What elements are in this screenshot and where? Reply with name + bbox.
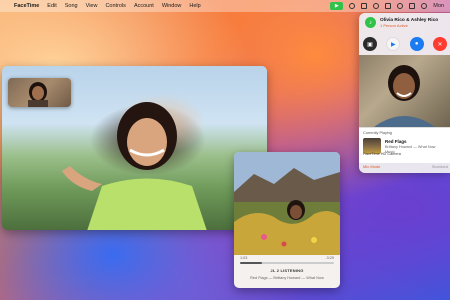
- time-elapsed: 1:03: [240, 256, 248, 260]
- time-remaining: -3:29: [325, 256, 334, 260]
- call-subtitle: 1 Person Active: [380, 22, 408, 28]
- call-info: Olivia Rico & Ashley Rico 1 Person Activ…: [380, 18, 438, 28]
- mic-mode-label[interactable]: Mic Mode: [363, 164, 380, 169]
- screen-mirror-icon[interactable]: [361, 3, 368, 9]
- menu-song[interactable]: Song: [65, 3, 78, 9]
- currently-playing-label: Currently Playing: [363, 131, 392, 135]
- mic-mode-value[interactable]: Standard: [432, 164, 448, 169]
- wifi-icon[interactable]: [373, 3, 380, 9]
- menu-help[interactable]: Help: [189, 3, 200, 9]
- menubar-clock[interactable]: Mon: [433, 3, 444, 9]
- menu-bar: FaceTime Edit Song View Controls Account…: [0, 0, 450, 12]
- panel-video-preview: [359, 55, 450, 127]
- battery-icon[interactable]: [385, 3, 392, 9]
- siri-icon[interactable]: [421, 3, 428, 9]
- menu-controls[interactable]: Controls: [105, 3, 125, 9]
- call-controls: ▣ ▶ ● ✕: [363, 37, 447, 51]
- currently-playing-card[interactable]: Currently Playing Red Flags Brittany How…: [359, 127, 450, 163]
- playback-progress-fill: [240, 262, 262, 264]
- menu-window[interactable]: Window: [162, 3, 182, 9]
- microphone-button[interactable]: ●: [409, 37, 424, 51]
- end-call-button[interactable]: ✕: [432, 37, 447, 51]
- playback-times: 1:03 -3:29: [240, 256, 334, 260]
- self-view-thumbnail[interactable]: [8, 78, 71, 107]
- album-artwork: [234, 152, 340, 255]
- call-title: Olivia Rico & Ashley Rico: [380, 17, 439, 23]
- search-icon[interactable]: [397, 3, 404, 9]
- shareplay-icon: ♪: [365, 17, 376, 28]
- menu-view[interactable]: View: [86, 3, 98, 9]
- facetime-control-panel: ♪ Olivia Rico & Ashley Rico 1 Person Act…: [359, 13, 450, 173]
- menu-edit[interactable]: Edit: [47, 3, 56, 9]
- shareplay-music-window[interactable]: 1:03 -3:29 JL 2 LISTENING Red Flags — Br…: [234, 152, 340, 288]
- listening-count: JL 2 LISTENING: [270, 268, 304, 273]
- song-artist-line: Brittany Howard — What Now: [385, 145, 436, 149]
- camera-source-label[interactable]: FaceTime HD Camera: [363, 152, 401, 156]
- caller-video: [62, 102, 207, 230]
- facetime-call-window[interactable]: [2, 66, 267, 230]
- menu-app-name[interactable]: FaceTime: [14, 3, 39, 9]
- focus-icon[interactable]: [349, 3, 356, 9]
- control-center-icon[interactable]: [409, 3, 416, 9]
- facetime-status-icon[interactable]: ▶: [330, 2, 344, 10]
- now-playing-line: Red Flags — Brittany Howard — What Now: [250, 276, 324, 280]
- menu-account[interactable]: Account: [134, 3, 154, 9]
- menubar-status-area: ▶ Mon: [330, 2, 444, 10]
- call-header: ♪ Olivia Rico & Ashley Rico 1 Person Act…: [365, 17, 438, 28]
- playback-scrubber[interactable]: [240, 262, 334, 264]
- song-title: Red Flags: [385, 139, 407, 144]
- screen-share-button[interactable]: ▣: [363, 37, 377, 51]
- camera-button[interactable]: ▶: [386, 37, 401, 51]
